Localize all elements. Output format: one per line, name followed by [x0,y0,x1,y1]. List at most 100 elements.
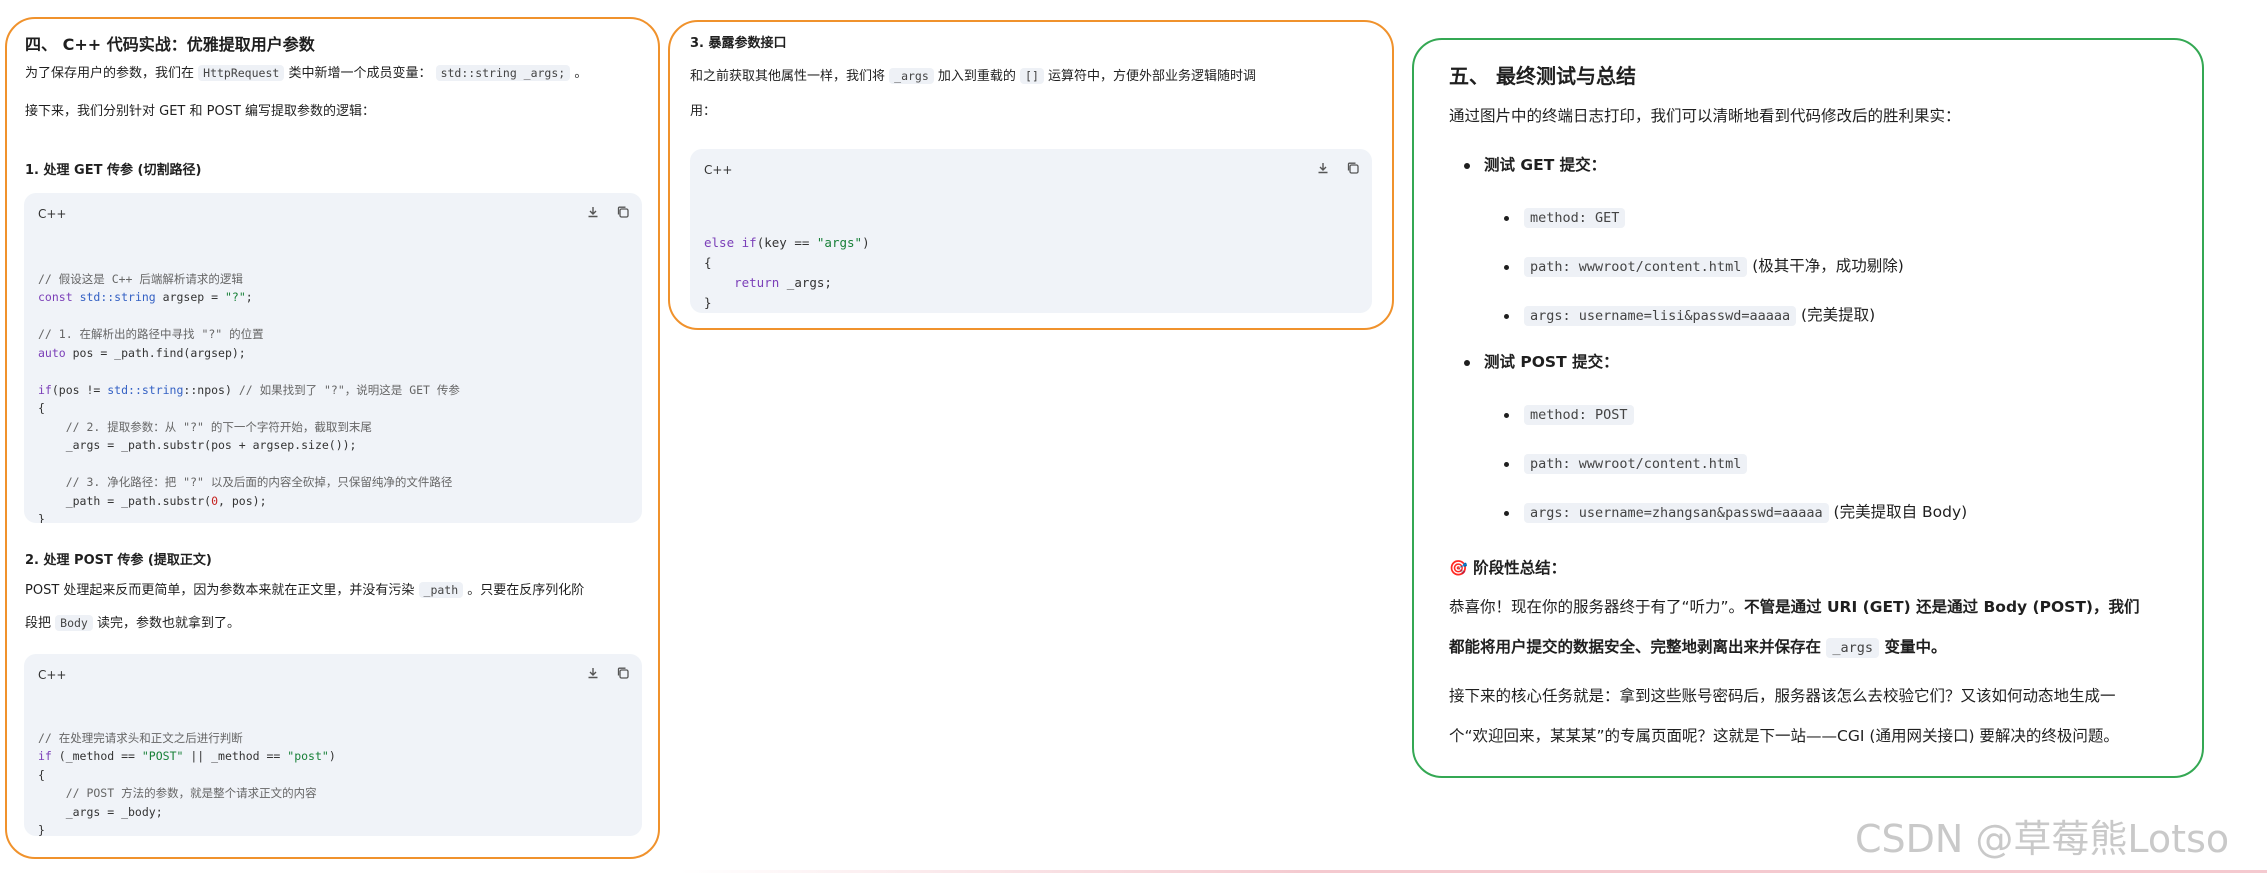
bold-text: 都能将用户提交的数据安全、完整地剥离出来并保存在 [1449,638,1827,656]
intro-post: 。 [570,66,588,81]
code-body: else if(key == "args") { return _args; } [704,213,1362,313]
intro-mid: 类中新增一个成员变量： [284,66,436,81]
code-line: if (_method == "POST" || _method == "pos… [38,749,336,763]
code-line: _args = _body; [38,804,163,819]
inline-code: _args [1826,638,1880,658]
copy-icon[interactable] [616,666,630,680]
get-item-method: method: GET [1524,206,1626,229]
code-line: // 在处理完请求头和正文之后进行判断 [38,730,243,745]
post-item-path: path: wwwroot/content.html [1524,452,1748,475]
code-line: // 假设这是 C++ 后端解析请求的逻辑 [38,271,243,286]
bottom-divider [680,870,2267,873]
post-item-method: method: POST [1524,403,1634,426]
post-test-title: 测试 POST 提交： [1484,353,1619,371]
code-language: C++ [38,668,67,682]
code-line: { [38,401,45,415]
code-line: _path = _path.substr(0, pos); [38,493,267,508]
code-block-post: C++ // 在处理完请求头和正文之后进行判断 if (_method == "… [24,654,642,836]
note: (完美提取自 Body) [1828,503,1968,521]
post-text-1: POST 处理起来反而更简单，因为参数本来就在正文里，并没有污染 _path 。… [25,580,584,601]
inline-code: Body [55,615,93,631]
code-line: _args = _path.substr(pos + argsep.size()… [38,438,357,452]
next-line-2: 个“欢迎回来，某某某”的专属页面呢？这就是下一站——CGI (通用网关接口) 要… [1449,727,2119,745]
text: 加入到重载的 [933,69,1021,84]
bullet [1504,265,1509,270]
code-line: // 1. 在解析出的路径中寻找 "?" 的位置 [38,327,264,341]
inline-code: std::string _args; [435,65,571,81]
bullet [1504,413,1509,418]
code-body: // 在处理完请求头和正文之后进行判断 if (_method == "POST… [38,710,632,837]
post-heading: 2. 处理 POST 传参 (提取正文) [25,553,212,568]
code-line: { [38,767,45,782]
code-block-get: C++ // 假设这是 C++ 后端解析请求的逻辑 const std::str… [24,193,642,523]
code-block-args: C++ else if(key == "args") { return _arg… [690,149,1372,313]
bold-text: 变量中。 [1879,638,1947,656]
bullet [1504,462,1509,467]
download-icon[interactable] [586,205,600,219]
intro-text: 为了保存用户的参数，我们在 HttpRequest 类中新增一个成员变量： st… [25,63,587,84]
section-title: 四、 C++ 代码实战：优雅提取用户参数 [25,35,315,54]
inline-code: HttpRequest [198,65,285,81]
code-line: else if(key == "args") [704,235,870,250]
download-icon[interactable] [1316,161,1330,175]
bullet [1504,216,1509,221]
text: 。只要在反序列化阶 [463,583,585,598]
copy-icon[interactable] [616,205,630,219]
summary-line-1: 恭喜你！现在你的服务器终于有了“听力”。不管是通过 URI (GET) 还是通过… [1449,596,2140,618]
expose-text-1: 和之前获取其他属性一样，我们将 _args 加入到重载的 [] 运算符中，方便外… [690,66,1256,87]
code-language: C++ [704,163,733,177]
bullet [1504,314,1509,319]
code-line: } [704,295,712,310]
inline-code: _args [889,68,934,84]
copy-icon[interactable] [1346,161,1360,175]
code-line: } [38,823,45,836]
code-line: // POST 方法的参数，就是整个请求正文的内容 [38,786,317,800]
section-cpp-code: 四、 C++ 代码实战：优雅提取用户参数 为了保存用户的参数，我们在 HttpR… [5,17,660,859]
inline-code: method: GET [1524,208,1626,228]
section-title: 五、 最终测试与总结 [1449,64,1636,88]
code-language: C++ [38,207,67,221]
note: (完美提取) [1796,306,1876,324]
text: 和之前获取其他属性一样，我们将 [690,69,890,84]
inline-code: args: username=zhangsan&passwd=aaaaa [1524,503,1829,523]
inline-code: path: wwwroot/content.html [1524,454,1748,474]
target-icon: 🎯 [1449,559,1468,577]
get-test-title: 测试 GET 提交： [1484,156,1607,174]
code-line: auto pos = _path.find(argsep); [38,345,246,360]
bullet [1464,163,1470,169]
bullet [1464,360,1470,366]
inline-code: path: wwwroot/content.html [1524,257,1748,277]
inline-code: _path [418,582,464,598]
text: 读完，参数也就拿到了。 [92,616,240,631]
code-line: const std::string argsep = "?"; [38,290,253,304]
section-final-test: 五、 最终测试与总结 通过图片中的终端日志打印，我们可以清晰地看到代码修改后的胜… [1412,38,2204,778]
text: POST 处理起来反而更简单，因为参数本来就在正文里，并没有污染 [25,583,419,598]
get-item-args: args: username=lisi&passwd=aaaaa (完美提取) [1524,304,1875,327]
csdn-watermark: CSDN @草莓熊Lotso [1855,817,2230,861]
code-line: } [38,512,45,523]
intro-pre: 为了保存用户的参数，我们在 [25,66,199,81]
bullet [1504,511,1509,516]
post-text-2: 段把 Body 读完，参数也就拿到了。 [25,613,240,634]
inline-code: method: POST [1524,405,1634,425]
summary-title: 🎯 阶段性总结： [1449,557,1566,579]
section-expose-args: 3. 暴露参数接口 和之前获取其他属性一样，我们将 _args 加入到重载的 [… [668,20,1394,330]
intro-text: 通过图片中的终端日志打印，我们可以清晰地看到代码修改后的胜利果实： [1449,107,1961,125]
get-item-path: path: wwwroot/content.html (极其干净，成功剔除) [1524,255,1904,278]
code-line: return _args; [734,275,832,290]
download-icon[interactable] [586,666,600,680]
post-item-args: args: username=zhangsan&passwd=aaaaa (完美… [1524,501,1967,524]
text: 恭喜你！现在你的服务器终于有了“听力”。 [1449,598,1745,616]
expose-text-2: 用： [690,104,717,119]
inline-code: args: username=lisi&passwd=aaaaa [1524,306,1797,326]
code-line: // 3. 净化路径：把 "?" 以及后面的内容全砍掉，只保留纯净的文件路径 [38,475,453,489]
text: 段把 [25,616,56,631]
bold-text: 不管是通过 URI (GET) 还是通过 Body (POST)，我们 [1744,598,2140,616]
code-line: if(pos != std::string::npos) // 如果找到了 "?… [38,382,460,397]
inline-code: [] [1020,68,1044,84]
summary-title-text: 阶段性总结： [1473,559,1567,577]
text: 运算符中，方便外部业务逻辑随时调 [1043,69,1257,84]
code-line: // 2. 提取参数：从 "?" 的下一个字符开始，截取到末尾 [38,419,372,434]
next-line-1: 接下来的核心任务就是：拿到这些账号密码后，服务器该怎么去校验它们？又该如何动态地… [1449,687,2116,705]
section-title: 3. 暴露参数接口 [690,36,787,51]
